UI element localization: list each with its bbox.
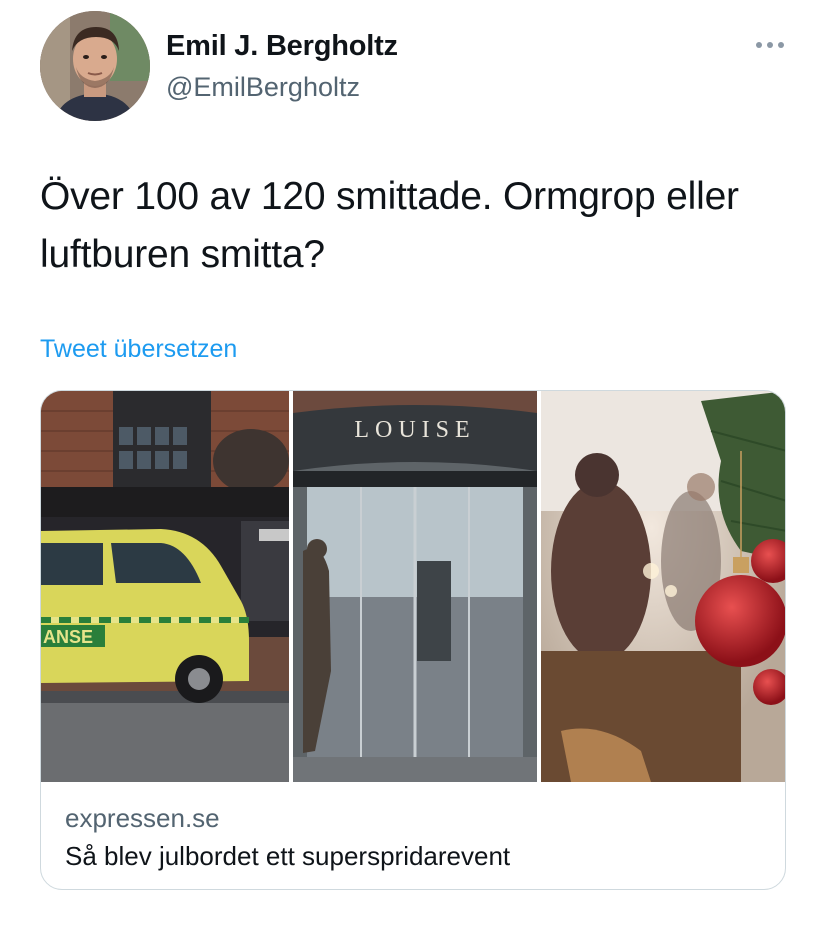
- tweet-text: Över 100 av 120 smittade. Ormgrop eller …: [40, 175, 739, 276]
- tweet: Emil J. Bergholtz @EmilBergholtz Över 10…: [0, 0, 828, 944]
- card-domain: expressen.se: [65, 803, 220, 833]
- author-handle[interactable]: @EmilBergholtz: [166, 72, 360, 103]
- avatar-image: [40, 11, 150, 121]
- restaurant-sign-text: LOUISE: [354, 417, 475, 443]
- ambulance-vehicle-text: ANSE: [43, 627, 93, 647]
- translate-tweet-link[interactable]: Tweet übersetzen: [40, 335, 237, 364]
- card-image-restaurant-entrance: LOUISE: [293, 391, 537, 782]
- avatar[interactable]: [40, 11, 150, 121]
- author-display-name[interactable]: Emil J. Bergholtz: [166, 30, 398, 63]
- card-image-ambulance: ANSE: [41, 391, 289, 782]
- card-image-christmas-dinner: [541, 391, 785, 782]
- link-card[interactable]: ANSE LOUISE expressen.se Så blev julbord…: [40, 390, 786, 890]
- card-image-strip: ANSE LOUISE: [41, 391, 785, 782]
- card-title: Så blev julbordet ett superspridarevent: [65, 841, 511, 871]
- more-horizontal-icon[interactable]: [752, 30, 788, 60]
